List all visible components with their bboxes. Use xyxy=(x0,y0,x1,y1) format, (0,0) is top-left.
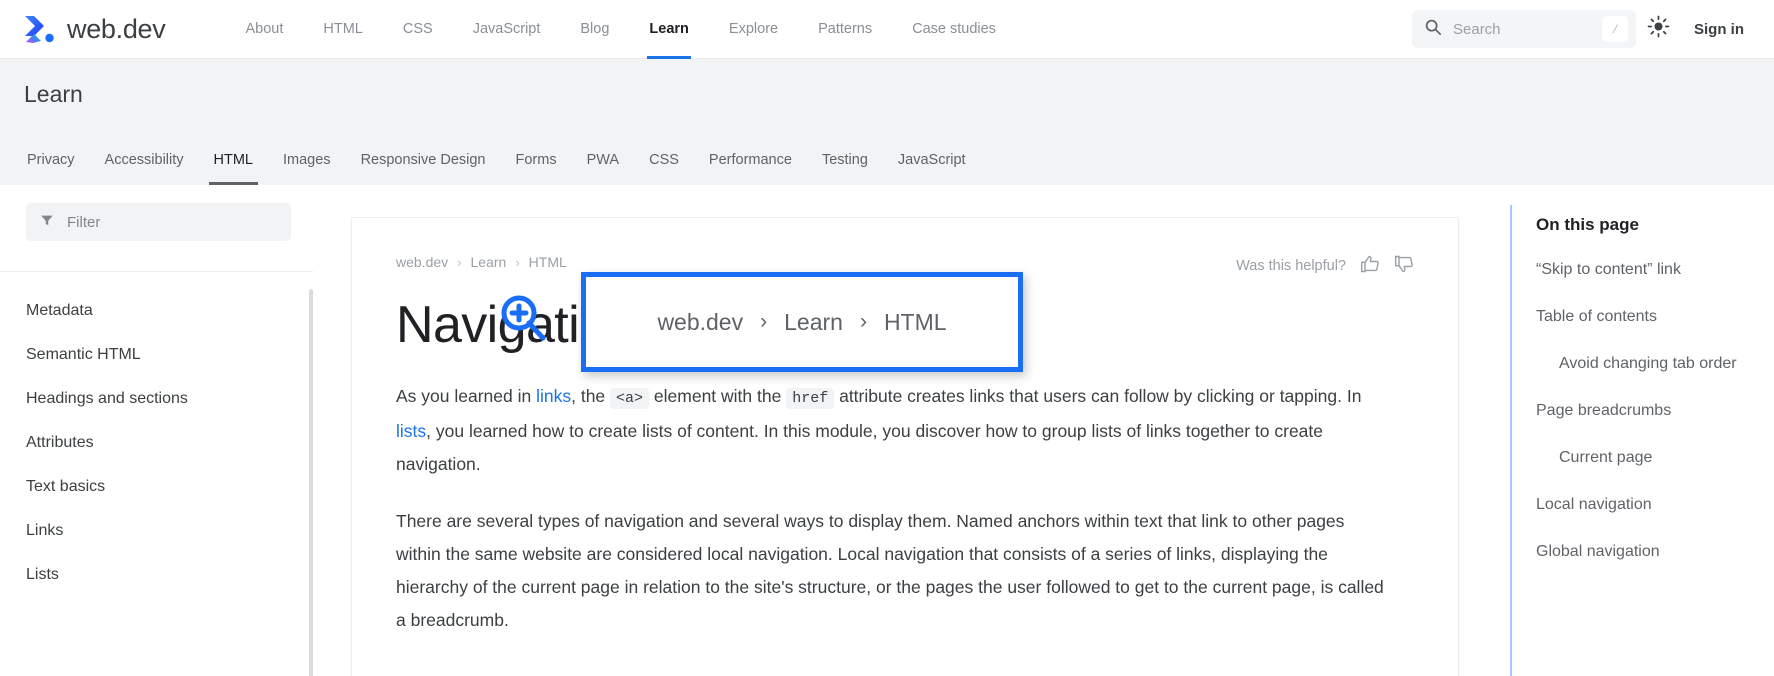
webdev-logo-icon xyxy=(22,12,56,46)
tab-html[interactable]: HTML xyxy=(199,135,268,185)
search-placeholder: Search xyxy=(1453,21,1501,38)
tab-javascript[interactable]: JavaScript xyxy=(883,135,981,185)
topnav-item-learn[interactable]: Learn xyxy=(629,0,709,59)
sidebar-scrollbar[interactable] xyxy=(309,289,313,676)
topnav-item-explore[interactable]: Explore xyxy=(709,0,798,59)
sidebar-nav: Metadata Semantic HTML Headings and sect… xyxy=(0,289,313,597)
p1-link-links[interactable]: links xyxy=(536,386,571,406)
was-this-helpful-label: Was this helpful? xyxy=(1236,258,1346,274)
sun-icon xyxy=(1647,15,1670,43)
top-right-controls: Search / Sign in xyxy=(1412,7,1758,51)
p1-t6: attribute creates links that users can f… xyxy=(834,386,1361,406)
zoomed-breadcrumb-separator-icon: › xyxy=(860,310,867,334)
zoomed-breadcrumb: web.dev › Learn › HTML xyxy=(657,309,946,336)
tab-privacy[interactable]: Privacy xyxy=(12,135,90,185)
search-input[interactable]: Search / xyxy=(1412,10,1636,48)
toc-item-current-page[interactable]: Current page xyxy=(1536,445,1774,470)
sidebar-item-attributes[interactable]: Attributes xyxy=(0,421,313,465)
theme-toggle-button[interactable] xyxy=(1636,7,1680,51)
tab-responsive-design[interactable]: Responsive Design xyxy=(346,135,501,185)
breadcrumb-item-webdev[interactable]: web.dev xyxy=(396,254,448,270)
zoomed-breadcrumb-separator-icon: › xyxy=(760,310,767,334)
topnav-item-html[interactable]: HTML xyxy=(303,0,382,59)
breadcrumb-separator-icon: › xyxy=(457,255,461,270)
sidebar-item-metadata[interactable]: Metadata xyxy=(0,289,313,333)
thumb-up-icon[interactable] xyxy=(1360,254,1380,278)
p1-t4: element with the xyxy=(649,386,786,406)
topnav-item-blog[interactable]: Blog xyxy=(560,0,629,59)
zoomed-breadcrumb-item-webdev: web.dev xyxy=(657,309,743,336)
p1-link-lists[interactable]: lists xyxy=(396,421,426,441)
page-body: Filter Metadata Semantic HTML Headings a… xyxy=(0,185,1774,676)
webdev-learn-html-page: web.dev About HTML CSS JavaScript Blog L… xyxy=(0,0,1774,676)
breadcrumb-item-html[interactable]: HTML xyxy=(529,254,567,270)
brand-name: web.dev xyxy=(67,14,165,45)
learn-tabs: Privacy Accessibility HTML Images Respon… xyxy=(12,131,981,185)
tab-css[interactable]: CSS xyxy=(634,135,694,185)
tab-pwa[interactable]: PWA xyxy=(572,135,635,185)
tab-forms[interactable]: Forms xyxy=(501,135,572,185)
sidebar-item-links[interactable]: Links xyxy=(0,509,313,553)
p1-t0: As you learned in xyxy=(396,386,536,406)
topnav-item-javascript[interactable]: JavaScript xyxy=(453,0,561,59)
breadcrumb-zoom-callout: web.dev › Learn › HTML xyxy=(581,272,1023,372)
zoomed-breadcrumb-item-html: HTML xyxy=(884,309,947,336)
sidebar-item-lists[interactable]: Lists xyxy=(0,553,313,597)
topnav-item-case-studies[interactable]: Case studies xyxy=(892,0,1016,59)
brand-home-link[interactable]: web.dev xyxy=(22,12,165,46)
breadcrumb-separator-icon: › xyxy=(515,255,519,270)
search-shortcut-badge: / xyxy=(1602,16,1628,42)
sidebar-item-headings-and-sections[interactable]: Headings and sections xyxy=(0,377,313,421)
breadcrumb-item-learn[interactable]: Learn xyxy=(471,254,507,270)
filter-placeholder: Filter xyxy=(67,214,100,231)
breadcrumb: web.dev › Learn › HTML xyxy=(396,254,567,270)
topnav-item-css[interactable]: CSS xyxy=(383,0,453,59)
toc-item-table-of-contents[interactable]: Table of contents xyxy=(1536,304,1774,329)
tab-accessibility[interactable]: Accessibility xyxy=(90,135,199,185)
filter-wrapper: Filter xyxy=(0,185,313,241)
p1-code-anchor: <a> xyxy=(610,388,649,409)
article-paragraph-2: There are several types of navigation an… xyxy=(396,505,1386,637)
topnav-item-patterns[interactable]: Patterns xyxy=(798,0,892,59)
primary-nav: About HTML CSS JavaScript Blog Learn Exp… xyxy=(225,0,1015,59)
tab-testing[interactable]: Testing xyxy=(807,135,883,185)
p1-t8: , you learned how to create lists of con… xyxy=(396,421,1323,474)
top-navigation-bar: web.dev About HTML CSS JavaScript Blog L… xyxy=(0,0,1774,59)
page-title: Learn xyxy=(24,81,83,108)
filter-input[interactable]: Filter xyxy=(26,203,291,241)
sidebar-item-semantic-html[interactable]: Semantic HTML xyxy=(0,333,313,377)
zoomed-breadcrumb-item-learn: Learn xyxy=(784,309,843,336)
thumb-down-icon[interactable] xyxy=(1394,254,1414,278)
toc-item-avoid-changing-tab-order[interactable]: Avoid changing tab order xyxy=(1536,351,1774,376)
sidebar-divider xyxy=(0,271,313,272)
sidebar-item-text-basics[interactable]: Text basics xyxy=(0,465,313,509)
p1-code-href: href xyxy=(786,388,834,409)
toc-item-skip-to-content[interactable]: “Skip to content” link xyxy=(1536,257,1774,282)
article-paragraph-1: As you learned in links, the <a> element… xyxy=(396,380,1386,481)
on-this-page-toc: On this page “Skip to content” link Tabl… xyxy=(1510,205,1774,676)
p1-t2: , the xyxy=(571,386,610,406)
toc-heading: On this page xyxy=(1536,215,1774,235)
topnav-item-about[interactable]: About xyxy=(225,0,303,59)
toc-item-global-navigation[interactable]: Global navigation xyxy=(1536,539,1774,564)
sign-in-button[interactable]: Sign in xyxy=(1680,21,1758,38)
left-sidebar: Filter Metadata Semantic HTML Headings a… xyxy=(0,185,313,676)
was-this-helpful: Was this helpful? xyxy=(1236,254,1414,278)
toc-item-local-navigation[interactable]: Local navigation xyxy=(1536,492,1774,517)
tab-performance[interactable]: Performance xyxy=(694,135,807,185)
search-icon xyxy=(1424,18,1442,41)
magnifier-zoom-in-icon xyxy=(498,292,550,344)
filter-funnel-icon xyxy=(40,213,54,232)
learn-sub-header: Learn Privacy Accessibility HTML Images … xyxy=(0,59,1774,185)
tab-images[interactable]: Images xyxy=(268,135,346,185)
toc-item-page-breadcrumbs[interactable]: Page breadcrumbs xyxy=(1536,398,1774,423)
